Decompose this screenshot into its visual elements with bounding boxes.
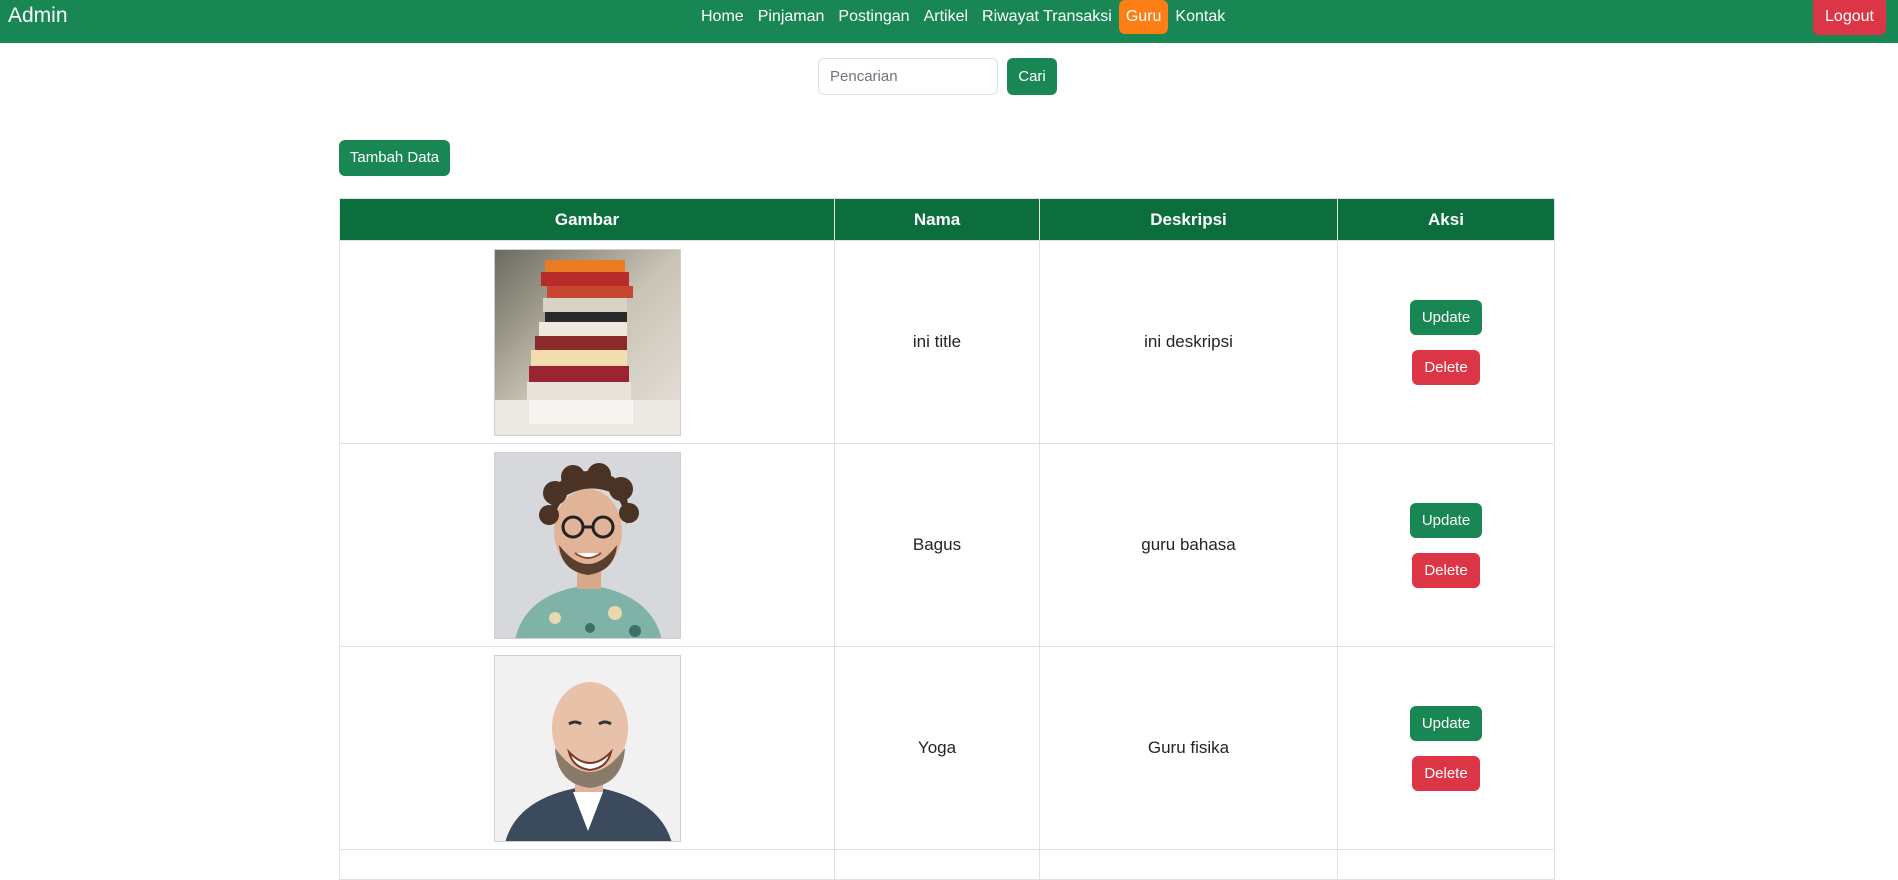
nav-link-riwayat-transaksi[interactable]: Riwayat Transaksi bbox=[975, 0, 1119, 34]
column-header-gambar: Gambar bbox=[339, 198, 835, 241]
navbar: Admin Home Pinjaman Postingan Artikel Ri… bbox=[0, 0, 1898, 43]
update-button[interactable]: Update bbox=[1409, 502, 1483, 538]
delete-button[interactable]: Delete bbox=[1412, 755, 1480, 791]
nav-links: Home Pinjaman Postingan Artikel Riwayat … bbox=[694, 0, 1232, 34]
table-row: Bagus guru bahasa Update Delete bbox=[339, 443, 1555, 647]
cell-gambar bbox=[339, 240, 835, 444]
logout-button[interactable]: Logout bbox=[1813, 0, 1886, 35]
cell-nama: ini title bbox=[834, 240, 1040, 444]
table-row bbox=[339, 849, 1555, 880]
delete-button[interactable]: Delete bbox=[1412, 349, 1480, 385]
nav-link-home[interactable]: Home bbox=[694, 0, 751, 34]
update-button[interactable]: Update bbox=[1409, 299, 1483, 335]
brand-title[interactable]: Admin bbox=[8, 4, 68, 28]
cell-deskripsi: ini deskripsi bbox=[1039, 240, 1338, 444]
cell-aksi bbox=[1337, 849, 1555, 880]
cell-deskripsi: guru bahasa bbox=[1039, 443, 1338, 647]
column-header-nama: Nama bbox=[834, 198, 1040, 241]
cell-nama bbox=[834, 849, 1040, 880]
search-input[interactable] bbox=[818, 58, 998, 95]
nav-link-pinjaman[interactable]: Pinjaman bbox=[751, 0, 832, 34]
cell-aksi: Update Delete bbox=[1337, 443, 1555, 647]
cell-nama: Bagus bbox=[834, 443, 1040, 647]
cell-nama: Yoga bbox=[834, 646, 1040, 850]
nav-link-guru[interactable]: Guru bbox=[1118, 0, 1169, 34]
table-header-row: Gambar Nama Deskripsi Aksi bbox=[339, 198, 1555, 241]
add-data-button[interactable]: Tambah Data bbox=[339, 140, 450, 176]
cell-aksi: Update Delete bbox=[1337, 646, 1555, 850]
cell-aksi: Update Delete bbox=[1337, 240, 1555, 444]
cell-gambar bbox=[339, 849, 835, 880]
cell-gambar bbox=[339, 443, 835, 647]
table-row: Yoga Guru fisika Update Delete bbox=[339, 646, 1555, 850]
search-button[interactable]: Cari bbox=[1007, 58, 1057, 95]
update-button[interactable]: Update bbox=[1409, 705, 1483, 741]
books-stack-image bbox=[493, 248, 681, 436]
cell-deskripsi: Guru fisika bbox=[1039, 646, 1338, 850]
table-row: ini title ini deskripsi Update Delete bbox=[339, 240, 1555, 444]
bald-bearded-man-image bbox=[493, 654, 681, 842]
delete-button[interactable]: Delete bbox=[1412, 552, 1480, 588]
nav-link-postingan[interactable]: Postingan bbox=[831, 0, 916, 34]
cell-gambar bbox=[339, 646, 835, 850]
guru-table: Gambar Nama Deskripsi Aksi ini title ini… bbox=[339, 198, 1555, 880]
curly-hair-man-image bbox=[493, 451, 681, 639]
cell-deskripsi bbox=[1039, 849, 1338, 880]
column-header-aksi: Aksi bbox=[1337, 198, 1555, 241]
column-header-deskripsi: Deskripsi bbox=[1039, 198, 1338, 241]
nav-link-artikel[interactable]: Artikel bbox=[917, 0, 975, 34]
nav-link-kontak[interactable]: Kontak bbox=[1168, 0, 1232, 34]
